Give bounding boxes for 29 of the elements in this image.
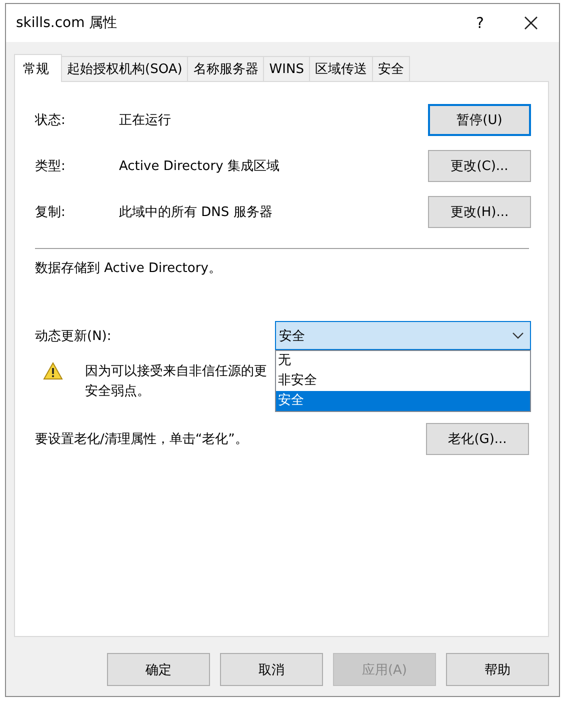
dynamic-update-label: 动态更新(N): bbox=[35, 328, 112, 344]
dynamic-update-dropdown[interactable]: 安全 bbox=[275, 321, 531, 350]
storage-note: 数据存储到 Active Directory。 bbox=[35, 260, 222, 277]
property-label: 状态: bbox=[35, 112, 66, 129]
warning-text: 因为可以接受来自非信任源的更 bbox=[85, 363, 267, 381]
dropdown-option[interactable]: 安全 bbox=[276, 391, 530, 411]
help-button[interactable]: ? bbox=[457, 4, 503, 42]
change-button[interactable]: 暂停(U) bbox=[428, 104, 531, 136]
property-label: 复制: bbox=[35, 204, 66, 221]
tab[interactable]: 常规 bbox=[14, 54, 62, 82]
aging-button[interactable]: 老化(G)... bbox=[426, 423, 529, 455]
tab[interactable]: 安全 bbox=[372, 56, 410, 81]
change-button[interactable]: 更改(H)... bbox=[428, 196, 531, 228]
close-icon bbox=[524, 16, 538, 30]
aging-text: 要设置老化/清理属性，单击“老化”。 bbox=[35, 431, 249, 448]
window-title: skills.com 属性 bbox=[16, 14, 118, 32]
dropdown-option[interactable]: 非安全 bbox=[276, 371, 530, 391]
warning-text: 安全弱点。 bbox=[85, 383, 151, 401]
property-value: Active Directory 集成区域 bbox=[119, 158, 280, 175]
dialog-button[interactable]: 确定 bbox=[107, 653, 210, 686]
property-label: 类型: bbox=[35, 158, 66, 175]
dropdown-option[interactable]: 无 bbox=[276, 351, 530, 371]
dialog-button[interactable]: 帮助 bbox=[446, 653, 549, 686]
chevron-down-icon bbox=[512, 332, 524, 340]
dialog-button[interactable]: 取消 bbox=[220, 653, 323, 686]
property-value: 正在运行 bbox=[119, 112, 172, 129]
warning-icon bbox=[43, 362, 63, 380]
property-value: 此域中的所有 DNS 服务器 bbox=[119, 204, 274, 221]
change-button[interactable]: 更改(C)... bbox=[428, 150, 531, 182]
